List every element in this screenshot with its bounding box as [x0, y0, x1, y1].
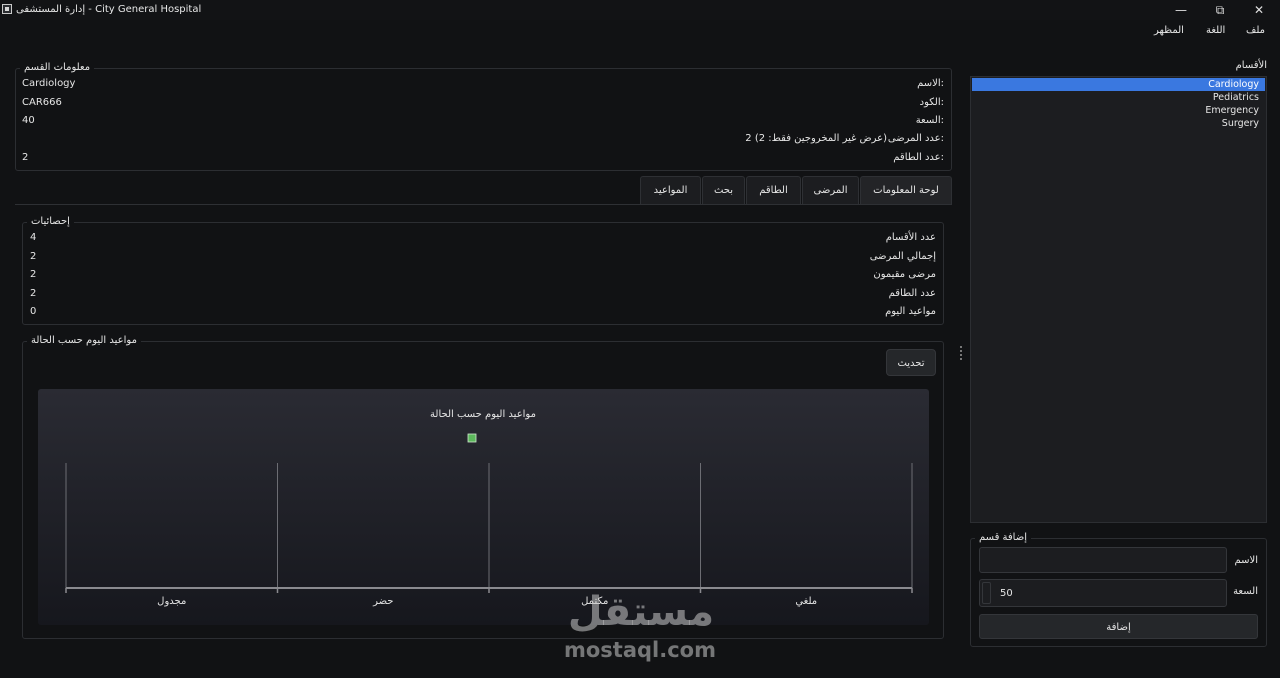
stat-today-appointments-value: 0 [30, 306, 37, 317]
department-info-group: معلومات القسم [15, 62, 952, 171]
tab-appointments[interactable]: المواعيد [640, 176, 701, 204]
department-item-surgery[interactable]: Surgery [972, 117, 1265, 130]
appointments-chart: مواعيد اليوم حسب الحالة مجدول حضر مكتمل ملغ… [38, 389, 929, 625]
code-value: CAR666 [22, 97, 62, 108]
add-department-title: إضافة قسم [975, 532, 1031, 543]
stat-staff-value: 2 [30, 288, 37, 299]
department-item-pediatrics[interactable]: Pediatrics [972, 91, 1265, 104]
restore-button[interactable]: ⧉ [1205, 2, 1235, 18]
stat-total-patients-label: إجمالي المرضى [869, 251, 936, 262]
stats-group: إحصائيات [22, 216, 944, 325]
menu-appearance[interactable]: المظهر [1154, 25, 1184, 36]
stats-title: إحصائيات [27, 216, 74, 227]
stat-inpatients-value: 2 [30, 269, 37, 280]
chart-grid [65, 463, 913, 588]
restore-icon: ⧉ [1215, 3, 1225, 17]
app-icon [2, 4, 12, 14]
tab-dashboard[interactable]: لوحة المعلومات [860, 176, 952, 204]
department-item-cardiology[interactable]: Cardiology [972, 78, 1265, 91]
close-button[interactable]: ✕ [1244, 2, 1274, 18]
stat-departments-value: 4 [30, 232, 37, 243]
tab-search[interactable]: بحث [702, 176, 745, 204]
tab-patients[interactable]: المرضى [802, 176, 859, 204]
capacity-spinbox[interactable]: 50 [979, 579, 1227, 607]
department-name-input[interactable] [979, 547, 1227, 573]
patients-label: عدد المرضى: [887, 133, 944, 144]
stat-inpatients-label: مرضى مقيمون [873, 269, 936, 280]
capacity-input-label: السعة [1233, 586, 1258, 597]
legend-marker [467, 433, 477, 443]
name-value: Cardiology [22, 78, 76, 89]
capacity-value: 40 [22, 115, 35, 126]
refresh-button[interactable]: تحديث [886, 349, 936, 376]
stat-departments-label: عدد الأقسام [885, 232, 936, 243]
close-icon: ✕ [1253, 3, 1265, 17]
department-name-label: الاسم [1234, 555, 1258, 566]
splitter-handle[interactable] [959, 346, 962, 362]
capacity-spinbox-value: 50 [1000, 588, 1013, 599]
watermark-logo: مستقل [567, 589, 715, 635]
chart-svg: مواعيد اليوم حسب الحالة مجدول حضر مكتمل ملغ… [65, 409, 913, 607]
x-tick-label: مجدول [157, 596, 186, 607]
minimize-icon: — [1175, 3, 1187, 17]
staff-label: عدد الطاقم: [893, 152, 944, 163]
tab-staff[interactable]: الطاقم [746, 176, 801, 204]
minimize-button[interactable]: — [1166, 2, 1196, 18]
menu-file[interactable]: ملف [1246, 25, 1265, 36]
x-tick-label: حضر [372, 596, 393, 607]
capacity-label: السعة: [915, 115, 944, 126]
staff-value: 2 [22, 152, 29, 163]
spinbox-arrows[interactable] [982, 582, 991, 604]
chart-title: مواعيد اليوم حسب الحالة [430, 409, 536, 420]
tab-underline [15, 204, 952, 205]
departments-list[interactable]: Cardiology Pediatrics Emergency Surgery [970, 76, 1267, 523]
departments-title: الأقسام [1235, 60, 1267, 71]
patients-value: 2 (عرض غير المخروجين فقط: 2) [745, 133, 887, 144]
appointments-chart-group-title: مواعيد اليوم حسب الحالة [27, 335, 141, 346]
window-title: إدارة المستشفى - City General Hospital [16, 4, 202, 15]
watermark-url: mostaql.com [564, 638, 716, 662]
stat-today-appointments-label: مواعيد اليوم [885, 306, 936, 317]
stat-staff-label: عدد الطاقم [888, 288, 936, 299]
x-tick-label: ملغي [795, 596, 817, 607]
menu-language[interactable]: اللغة [1206, 25, 1225, 36]
code-label: الكود: [919, 97, 944, 108]
department-info-title: معلومات القسم [20, 62, 95, 73]
name-label: الاسم: [917, 78, 944, 89]
add-department-button[interactable]: إضافة [979, 614, 1258, 639]
department-item-emergency[interactable]: Emergency [972, 104, 1265, 117]
stat-total-patients-value: 2 [30, 251, 37, 262]
